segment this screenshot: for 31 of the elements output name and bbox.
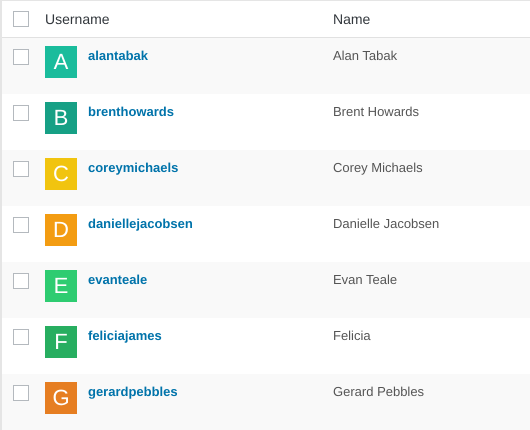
user-name: Corey Michaels [333,160,423,175]
avatar: G [45,382,77,414]
avatar: B [45,102,77,134]
avatar: A [45,46,77,78]
username-link[interactable]: gerardpebbles [88,384,178,399]
avatar: D [45,214,77,246]
column-header: Name [333,11,372,27]
user-name: Felicia [333,328,371,343]
row-checkbox[interactable] [13,217,29,233]
user-name: Evan Teale [333,272,398,287]
username-link[interactable]: evanteale [88,272,148,287]
user-name: Gerard Pebbles [333,384,424,399]
username-link[interactable]: brenthowards [88,104,174,119]
avatar: E [45,270,77,302]
row-checkbox[interactable] [13,105,29,121]
user-name: Alan Tabak [333,48,398,63]
user-name: Danielle Jacobsen [333,216,440,231]
avatar: C [45,158,77,190]
row-checkbox[interactable] [13,161,29,177]
user-name: Brent Howards [333,104,419,119]
row-checkbox[interactable] [13,385,29,401]
column-header: Username [45,11,111,27]
row-checkbox[interactable] [13,329,29,345]
select-all-checkbox[interactable] [13,11,29,27]
avatar: F [45,326,77,358]
username-link[interactable]: coreymichaels [88,160,178,175]
row-checkbox[interactable] [13,273,29,289]
username-link[interactable]: daniellejacobsen [88,216,193,231]
username-link[interactable]: alantabak [88,48,148,63]
username-link[interactable]: feliciajames [88,328,162,343]
row-checkbox[interactable] [13,49,29,65]
